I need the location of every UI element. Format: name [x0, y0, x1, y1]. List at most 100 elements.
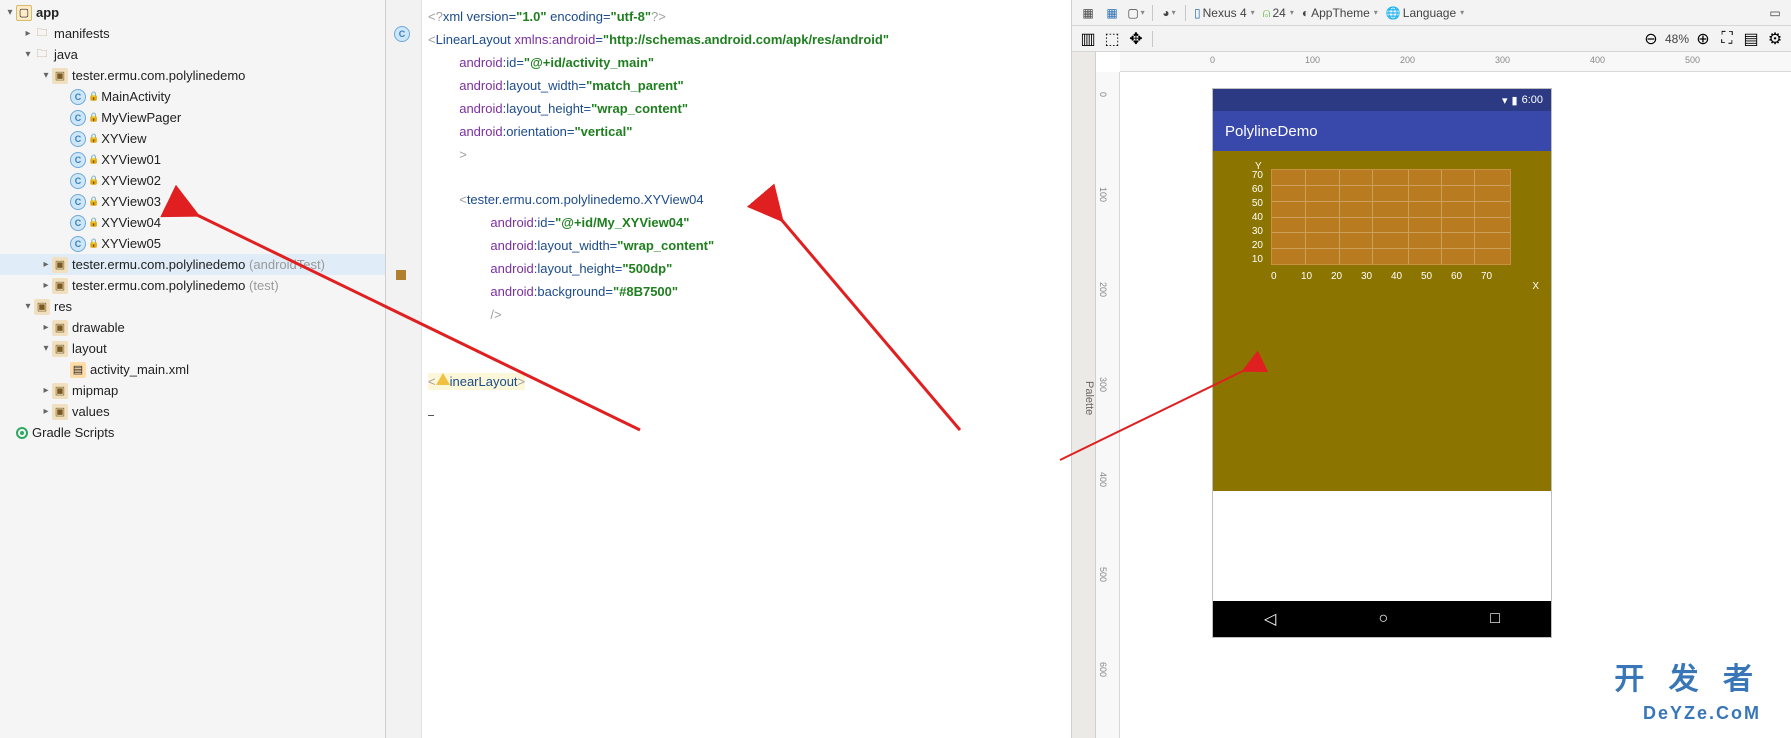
- tree-java[interactable]: ▾🗀java: [0, 44, 385, 65]
- folder-icon: ▣: [52, 404, 68, 420]
- tree-pkg-test[interactable]: ▸▣tester.ermu.com.polylinedemo (test): [0, 275, 385, 296]
- device-selector[interactable]: ▯Nexus 4: [1192, 6, 1257, 20]
- chart-xticks: 010203040506070: [1271, 271, 1541, 282]
- tree-class-xyview02[interactable]: C🔒XYView02: [0, 170, 385, 191]
- tree-pkg-androidtest[interactable]: ▸▣tester.ermu.com.polylinedemo (androidT…: [0, 254, 385, 275]
- theme-selector[interactable]: ◐AppTheme: [1300, 6, 1380, 20]
- blueprint-icon[interactable]: ▦: [1102, 3, 1122, 23]
- nav-home-icon[interactable]: ○: [1378, 610, 1388, 628]
- theme-icon: ◐: [1302, 6, 1309, 20]
- lock-icon: 🔒: [88, 133, 99, 144]
- tree-label: java: [54, 47, 78, 62]
- tree-suffix: (test): [249, 278, 279, 293]
- preview-time: 6:00: [1522, 94, 1543, 106]
- preview-nav-bar: ◁ ○ □: [1213, 601, 1551, 637]
- xml-file-icon: ▤: [70, 362, 86, 378]
- device-preview[interactable]: ▾ ▮ 6:00 PolylineDemo Y 70 60 50 40: [1212, 88, 1552, 638]
- lock-icon: 🔒: [88, 175, 99, 186]
- tree-label: tester.ermu.com.polylinedemo: [72, 257, 245, 272]
- tree-mipmap[interactable]: ▸▣mipmap: [0, 380, 385, 401]
- tree-label: XYView05: [101, 236, 161, 251]
- tree-label: XYView01: [101, 152, 161, 167]
- palette-label: Palette: [1083, 381, 1095, 415]
- tree-class-xyview01[interactable]: C🔒XYView01: [0, 149, 385, 170]
- class-icon: C: [70, 131, 86, 147]
- preview-xyview04[interactable]: Y 70 60 50 40 30 20 10: [1213, 151, 1551, 491]
- nav-recent-icon[interactable]: □: [1490, 610, 1500, 628]
- design-surface-icon[interactable]: ▦: [1078, 3, 1098, 23]
- tree-layout[interactable]: ▾▣layout: [0, 338, 385, 359]
- tree-values[interactable]: ▸▣values: [0, 401, 385, 422]
- tree-drawable[interactable]: ▸▣drawable: [0, 317, 385, 338]
- tree-label: mipmap: [72, 383, 118, 398]
- tree-class-xyview03[interactable]: C🔒XYView03: [0, 191, 385, 212]
- project-tree[interactable]: ▾▢app ▸🗀manifests ▾🗀java ▾▣tester.ermu.c…: [0, 0, 386, 738]
- gutter-breakpoint-icon[interactable]: [396, 270, 406, 280]
- palette-toggle-icon[interactable]: ▥: [1078, 29, 1098, 49]
- code-editor[interactable]: C <?xml version="1.0" encoding="utf-8"?>…: [386, 0, 1071, 738]
- lock-icon: 🔒: [88, 217, 99, 228]
- module-icon: ▢: [16, 5, 32, 21]
- tree-class-xyview05[interactable]: C🔒XYView05: [0, 233, 385, 254]
- tree-manifests[interactable]: ▸🗀manifests: [0, 23, 385, 44]
- ruler-vertical: 0 100 200 300 400 500 600: [1096, 72, 1120, 738]
- tree-label: XYView02: [101, 173, 161, 188]
- tree-class-xyview04[interactable]: C🔒XYView04: [0, 212, 385, 233]
- preview-title: PolylineDemo: [1225, 123, 1318, 140]
- class-icon: C: [70, 173, 86, 189]
- class-icon: C: [70, 194, 86, 210]
- settings-icon[interactable]: ⚙: [1765, 29, 1785, 49]
- wifi-icon: ▾: [1502, 94, 1508, 107]
- language-selector[interactable]: 🌐Language: [1384, 6, 1466, 20]
- tree-res[interactable]: ▾▣res: [0, 296, 385, 317]
- lock-icon: 🔒: [88, 154, 99, 165]
- ruler-horizontal: 0 100 200 300 400 500: [1120, 52, 1791, 72]
- tree-label: MainActivity: [101, 89, 170, 104]
- zoom-in-icon[interactable]: ⊕: [1693, 29, 1713, 49]
- folder-icon: ▣: [52, 320, 68, 336]
- globe-icon: 🌐: [1386, 6, 1401, 20]
- folder-icon: 🗀: [34, 47, 50, 63]
- lock-icon: 🔒: [88, 91, 99, 102]
- tree-activity-main[interactable]: ▤ activity_main.xml: [0, 359, 385, 380]
- lock-icon: 🔒: [88, 112, 99, 123]
- pan-icon[interactable]: ✥: [1126, 29, 1146, 49]
- zoom-out-icon[interactable]: ⊖: [1641, 29, 1661, 49]
- tree-label: MyViewPager: [101, 110, 181, 125]
- warning-icon: [436, 372, 450, 386]
- layers-icon[interactable]: ▤: [1741, 29, 1761, 49]
- editor-gutter: C: [386, 0, 422, 738]
- res-folder-icon: ▣: [34, 299, 50, 315]
- dock-icon[interactable]: ▭: [1765, 3, 1785, 23]
- zoom-fit-icon[interactable]: ⛶: [1717, 29, 1737, 49]
- class-icon: C: [70, 89, 86, 105]
- tree-pkg-main[interactable]: ▾▣tester.ermu.com.polylinedemo: [0, 65, 385, 86]
- tree-label: activity_main.xml: [90, 362, 189, 377]
- folder-icon: ▣: [52, 383, 68, 399]
- lock-icon: 🔒: [88, 238, 99, 249]
- component-tree-icon[interactable]: ⬚: [1102, 29, 1122, 49]
- api-selector[interactable]: ⍝24: [1261, 5, 1296, 21]
- caret: [428, 415, 434, 416]
- folder-icon: ▣: [52, 341, 68, 357]
- tree-gradle[interactable]: Gradle Scripts: [0, 422, 385, 443]
- code-area[interactable]: <?xml version="1.0" encoding="utf-8"?> <…: [422, 0, 1071, 738]
- tree-label: XYView: [101, 131, 146, 146]
- api-label: 24: [1272, 6, 1285, 20]
- tree-label: tester.ermu.com.polylinedemo: [72, 68, 245, 83]
- android-icon: ⍝: [1263, 5, 1271, 21]
- tree-class-xyview[interactable]: C🔒XYView: [0, 128, 385, 149]
- tree-class-myviewpager[interactable]: C🔒MyViewPager: [0, 107, 385, 128]
- design-canvas[interactable]: 0 100 200 300 400 500 0 100 200 300 400 …: [1096, 52, 1791, 738]
- gutter-class-icon: C: [394, 26, 410, 42]
- eye-icon[interactable]: ◕: [1159, 3, 1179, 23]
- package-icon: ▣: [52, 278, 68, 294]
- tree-class-mainactivity[interactable]: C🔒MainActivity: [0, 86, 385, 107]
- tree-app[interactable]: ▾▢app: [0, 2, 385, 23]
- preview-app-bar: PolylineDemo: [1213, 111, 1551, 151]
- class-icon: C: [70, 236, 86, 252]
- orientation-icon[interactable]: ▢: [1126, 3, 1146, 23]
- nav-back-icon[interactable]: ◁: [1264, 609, 1276, 629]
- tree-suffix: (androidTest): [249, 257, 325, 272]
- palette-tab[interactable]: Palette: [1072, 52, 1096, 738]
